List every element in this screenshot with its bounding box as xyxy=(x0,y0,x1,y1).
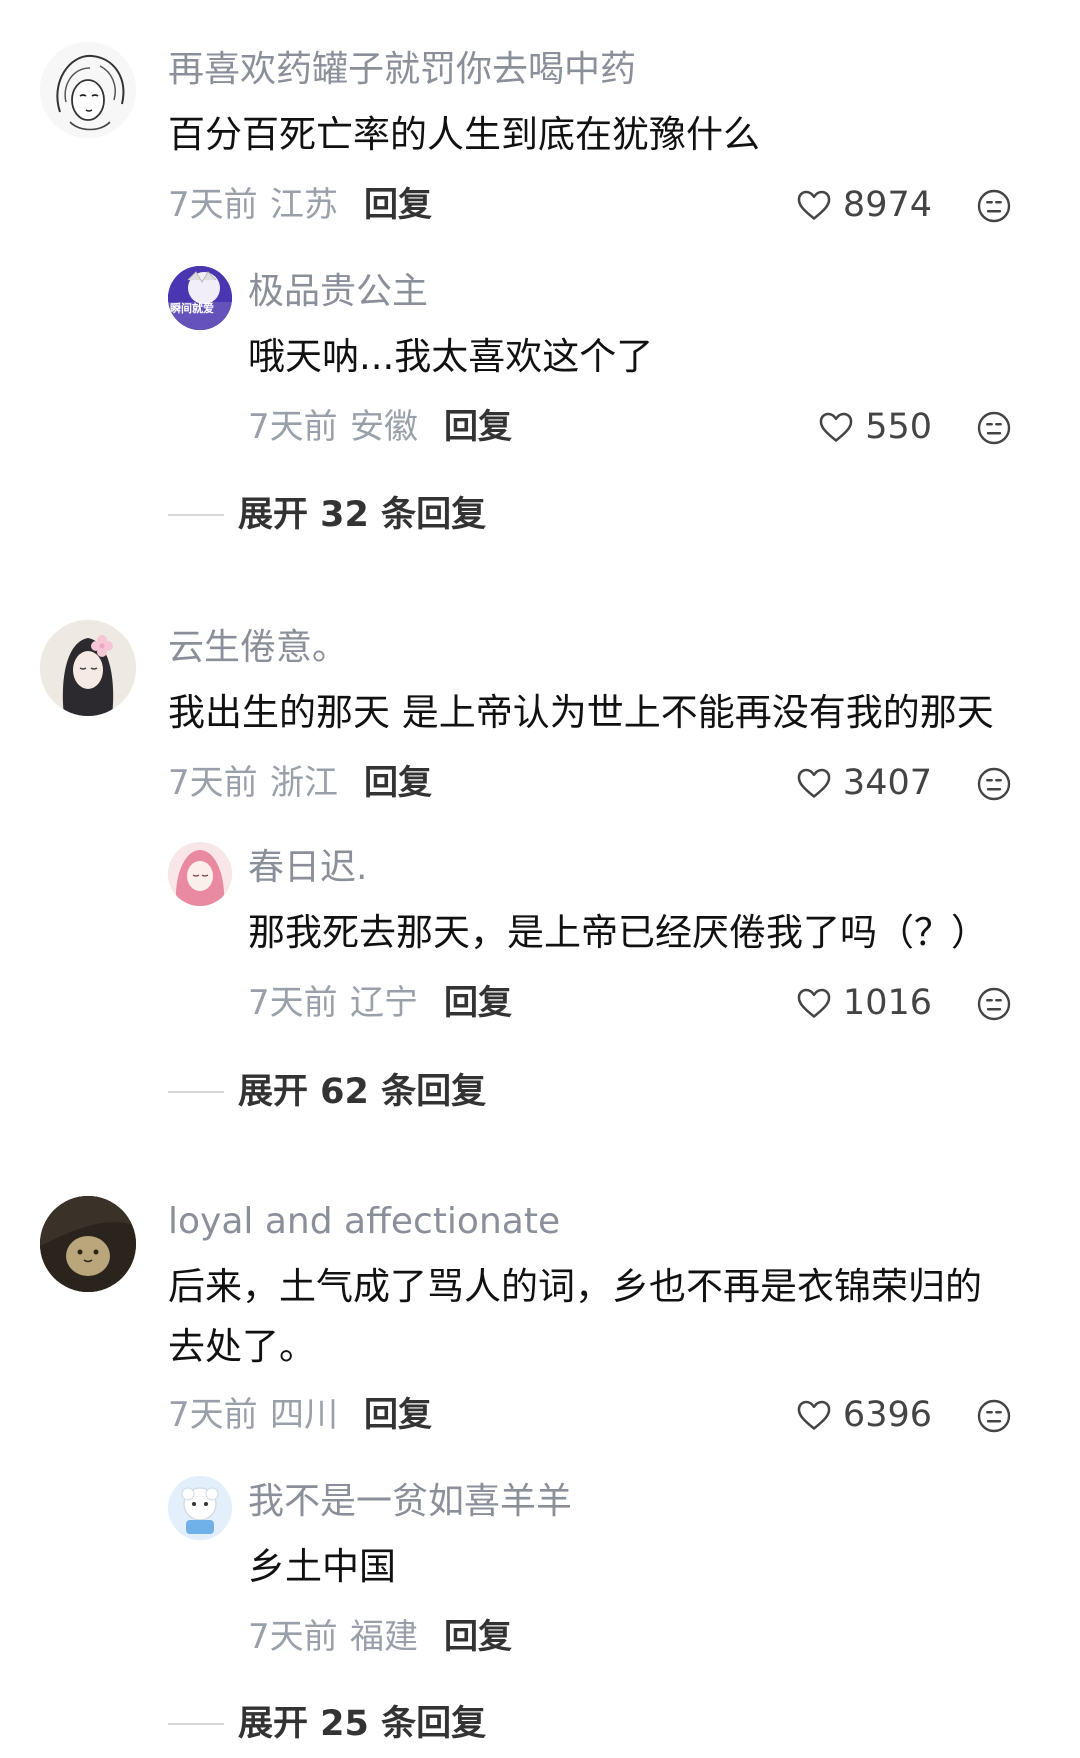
reply-button[interactable]: 回复 xyxy=(444,405,512,449)
comment-location: 江苏 xyxy=(270,185,338,225)
expand-replies-button[interactable]: 展开 25 条回复 xyxy=(168,1702,486,1746)
divider-line xyxy=(168,1091,224,1093)
anime-avatar-icon xyxy=(168,266,232,330)
reply-location: 安徽 xyxy=(350,407,418,447)
like-button[interactable]: 8974 xyxy=(795,183,932,227)
sheep-cartoon-icon xyxy=(168,1476,232,1540)
reply-button[interactable]: 回复 xyxy=(364,1393,432,1437)
dislike-icon[interactable] xyxy=(976,410,1012,446)
comment-time: 7天前 xyxy=(168,1395,258,1435)
like-count: 550 xyxy=(865,407,932,447)
heart-icon xyxy=(797,190,831,220)
dislike-icon[interactable] xyxy=(976,766,1012,802)
avatar[interactable] xyxy=(40,42,136,138)
like-count: 8974 xyxy=(842,185,932,225)
like-count: 6396 xyxy=(842,1395,932,1435)
reply-time: 7天前 xyxy=(248,1617,338,1657)
reply-avatar[interactable] xyxy=(168,842,232,906)
reply-time: 7天前 xyxy=(248,407,338,447)
heart-icon xyxy=(819,412,853,442)
comment-username[interactable]: 再喜欢药罐子就罚你去喝中药 xyxy=(168,48,636,92)
expand-replies-button[interactable]: 展开 32 条回复 xyxy=(168,493,486,537)
reply-button[interactable]: 回复 xyxy=(364,761,432,805)
comment-text: 我出生的那天 是上帝认为世上不能再没有我的那天 xyxy=(168,691,994,734)
comment-username[interactable]: loyal and affectionate xyxy=(168,1200,560,1244)
like-button[interactable]: 3407 xyxy=(795,761,932,805)
plush-toy-icon xyxy=(40,1196,136,1292)
comment-time: 7天前 xyxy=(168,185,258,225)
dislike-icon[interactable] xyxy=(976,986,1012,1022)
heart-icon xyxy=(797,768,831,798)
reply-avatar[interactable] xyxy=(168,1476,232,1540)
avatar-caption: 瞬间就爱 xyxy=(170,302,214,315)
expand-replies-label: 展开 32 条回复 xyxy=(238,495,487,535)
reply-text: 哦天呐...我太喜欢这个了 xyxy=(248,335,654,378)
flower-girl-icon xyxy=(40,620,136,716)
like-button[interactable]: 1016 xyxy=(795,981,932,1025)
reply-time: 7天前 xyxy=(248,983,338,1023)
dislike-icon[interactable] xyxy=(976,188,1012,224)
heart-icon xyxy=(797,1400,831,1430)
reply-text: 乡土中国 xyxy=(248,1545,396,1588)
expand-replies-label: 展开 25 条回复 xyxy=(238,1704,487,1744)
like-count: 1016 xyxy=(842,983,932,1023)
expand-replies-label: 展开 62 条回复 xyxy=(238,1072,487,1112)
comment-location: 浙江 xyxy=(270,763,338,803)
like-button[interactable]: 550 xyxy=(817,405,932,449)
like-button[interactable]: 6396 xyxy=(795,1393,932,1437)
reply-username[interactable]: 极品贵公主 xyxy=(248,270,428,314)
comment-text: 去处了。 xyxy=(168,1325,316,1368)
reply-location: 福建 xyxy=(350,1617,418,1657)
reply-text: 那我死去那天，是上帝已经厌倦我了吗（？） xyxy=(248,911,988,954)
comment-username[interactable]: 云生倦意。 xyxy=(168,626,348,670)
comment-location: 四川 xyxy=(270,1395,338,1435)
avatar[interactable] xyxy=(40,620,136,716)
expand-replies-button[interactable]: 展开 62 条回复 xyxy=(168,1070,486,1114)
divider-line xyxy=(168,514,224,516)
reply-button[interactable]: 回复 xyxy=(444,1615,512,1659)
comment-text: 百分百死亡率的人生到底在犹豫什么 xyxy=(168,113,760,156)
reply-button[interactable]: 回复 xyxy=(364,183,432,227)
avatar[interactable] xyxy=(40,1196,136,1292)
reply-location: 辽宁 xyxy=(350,983,418,1023)
comment-time: 7天前 xyxy=(168,763,258,803)
pink-hair-girl-icon xyxy=(168,842,232,906)
reply-button[interactable]: 回复 xyxy=(444,981,512,1025)
reply-avatar[interactable]: 瞬间就爱 xyxy=(168,266,232,330)
reply-username[interactable]: 春日迟. xyxy=(248,846,367,890)
divider-line xyxy=(168,1723,224,1725)
sketch-girl-icon xyxy=(40,42,136,138)
like-count: 3407 xyxy=(842,763,932,803)
comment-text: 后来，土气成了骂人的词，乡也不再是衣锦荣归的 xyxy=(168,1265,982,1308)
dislike-icon[interactable] xyxy=(976,1398,1012,1434)
heart-icon xyxy=(797,988,831,1018)
reply-username[interactable]: 我不是一贫如喜羊羊 xyxy=(248,1480,572,1524)
